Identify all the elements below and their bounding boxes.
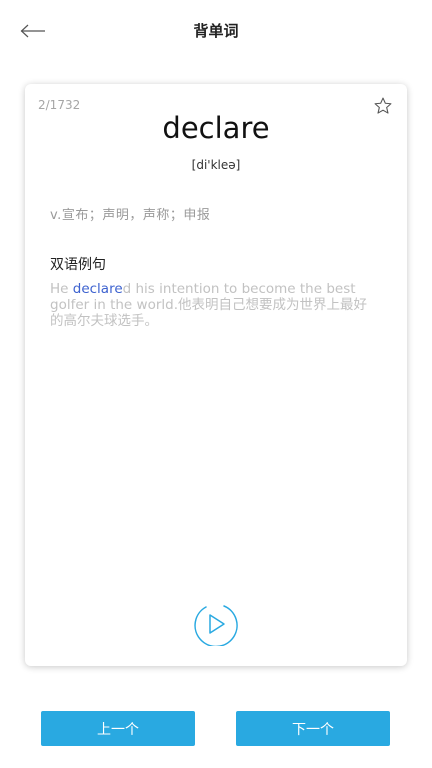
page-title: 背单词 [193,22,239,40]
word-card: 2/1732 declare [di'kleə] v.宣布；声明，声称；申报 双… [25,84,407,666]
example-sentence: He declared his intention to become the … [50,281,380,329]
word-counter: 2/1732 [38,98,81,112]
example-heading: 双语例句 [50,257,106,273]
play-circle-icon [194,605,238,648]
play-audio-button[interactable] [192,602,240,648]
word-phonetic: [di'kleə] [191,158,241,172]
example-text-before: He [50,281,73,297]
word-headword: declare [162,111,270,145]
previous-button[interactable]: 上一个 [41,711,195,746]
word-definition: v.宣布；声明，声称；申报 [50,208,211,223]
word-study-screen: 背单词 2/1732 declare [di'kleə] v.宣布；声明，声称；… [0,0,432,768]
header-bar: 背单词 [0,0,432,62]
next-button[interactable]: 下一个 [236,711,390,746]
example-highlight-word: declare [72,281,123,297]
